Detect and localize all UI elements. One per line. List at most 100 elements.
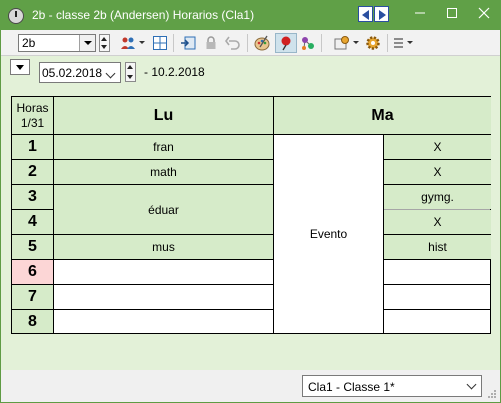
- day-header-ma[interactable]: Ma: [274, 97, 491, 134]
- empty-cell[interactable]: [54, 285, 273, 309]
- grid-line: [384, 209, 490, 210]
- lesson-cell[interactable]: X: [384, 210, 491, 234]
- lesson-subject: hist: [428, 240, 447, 254]
- lesson-cell[interactable]: fran: [54, 135, 273, 159]
- class-combo[interactable]: Cla1 - Classe 1*: [302, 375, 482, 397]
- lesson-cell[interactable]: X: [384, 160, 491, 184]
- grid-line: [12, 159, 273, 160]
- class-spinner[interactable]: [99, 34, 110, 52]
- resize-grip-icon[interactable]: [487, 389, 497, 399]
- day-header-lu[interactable]: Lu: [54, 97, 273, 134]
- hour-label: 4: [12, 210, 53, 234]
- settings-dropdown-caret[interactable]: [353, 41, 359, 44]
- lesson-subject: X: [433, 140, 442, 154]
- lesson-subject: gymg.: [421, 190, 454, 204]
- pushpin-button[interactable]: [275, 33, 297, 53]
- hours-header-count: 1/31: [20, 115, 45, 130]
- hours-header: Horas 1/31: [12, 97, 53, 134]
- chevron-down-icon: [466, 379, 477, 390]
- grid-line: [12, 309, 273, 310]
- grid-line: [384, 309, 490, 310]
- maximize-icon: [447, 8, 457, 18]
- lesson-subject: mus: [152, 240, 175, 254]
- hour-label: 8: [12, 310, 53, 333]
- people-dropdown-caret[interactable]: [139, 41, 145, 44]
- grid-line: [384, 184, 490, 185]
- export-icon[interactable]: [180, 35, 196, 51]
- hour-label: 1: [12, 135, 53, 159]
- toolbar: 2b: [1, 30, 500, 56]
- lesson-subject: fran: [153, 140, 174, 154]
- lesson-cell[interactable]: gymg.: [384, 185, 491, 209]
- day-label: Ma: [371, 106, 394, 124]
- lesson-subject: éduar: [148, 202, 179, 217]
- lesson-subject: X: [433, 165, 442, 179]
- hour-label: 7: [12, 285, 53, 309]
- maximize-button[interactable]: [440, 2, 464, 24]
- lesson-cell[interactable]: éduar: [54, 185, 273, 234]
- event-label: Evento: [309, 227, 348, 241]
- lesson-subject: X: [433, 215, 442, 229]
- toolbar-separator: [387, 34, 388, 52]
- hours-header-label: Horas: [16, 100, 49, 115]
- status-bar: Cla1 - Classe 1*: [1, 370, 500, 402]
- class-select[interactable]: 2b: [18, 34, 96, 52]
- lesson-cell[interactable]: hist: [384, 235, 491, 259]
- close-icon: [478, 7, 490, 19]
- chevron-down-icon[interactable]: [79, 35, 95, 51]
- minimize-icon: [415, 12, 425, 14]
- empty-cell[interactable]: [54, 310, 273, 333]
- date-range: - 10.2.2018: [144, 65, 205, 79]
- event-cell[interactable]: Evento: [274, 135, 383, 333]
- empty-cell[interactable]: [384, 260, 491, 284]
- chevron-down-icon[interactable]: [103, 63, 121, 82]
- grid-line: [12, 134, 490, 135]
- previous-button[interactable]: [358, 6, 373, 22]
- grid-line: [12, 184, 273, 185]
- pushpin-icon: [281, 36, 291, 51]
- hour-label: 3: [12, 185, 53, 209]
- empty-cell[interactable]: [54, 260, 273, 284]
- grid-line: [384, 234, 490, 235]
- gear-icon[interactable]: [365, 35, 381, 51]
- timetable-panel: 05.02.2018 - 10.2.2018 Horas 1/31 Lu Ma …: [1, 56, 500, 370]
- date-spinner[interactable]: [125, 62, 136, 82]
- grid-line: [273, 97, 274, 333]
- class-combo-value: Cla1 - Classe 1*: [308, 380, 395, 394]
- grid-line: [12, 209, 53, 210]
- empty-cell[interactable]: [384, 310, 491, 333]
- grid-line: [384, 159, 490, 160]
- clock-icon[interactable]: [8, 8, 24, 24]
- hour-label-highlighted: 6: [12, 260, 53, 284]
- grid-line: [12, 259, 273, 260]
- lesson-cell[interactable]: mus: [54, 235, 273, 259]
- toolbar-separator: [247, 34, 248, 52]
- collapse-button[interactable]: [10, 59, 30, 75]
- next-button[interactable]: [374, 6, 389, 22]
- lesson-subject: math: [150, 165, 177, 179]
- undo-icon[interactable]: [225, 35, 241, 51]
- grid-line: [12, 284, 273, 285]
- timetable-grid: Horas 1/31 Lu Ma 1 2 3 4 5 6 7 8 fran ma…: [11, 96, 491, 334]
- lesson-cell[interactable]: X: [384, 135, 491, 159]
- day-label: Lu: [153, 106, 174, 124]
- grid-line: [53, 97, 54, 333]
- people-icon[interactable]: [120, 35, 136, 51]
- grid-line: [384, 284, 490, 285]
- palette-icon[interactable]: [254, 35, 270, 51]
- grid-icon[interactable]: [152, 35, 168, 51]
- molecule-icon[interactable]: [300, 35, 316, 51]
- empty-cell[interactable]: [384, 285, 491, 309]
- close-button[interactable]: [472, 2, 496, 24]
- toolbar-separator: [173, 34, 174, 52]
- toolbar-separator: [321, 34, 322, 52]
- lock-icon[interactable]: [203, 35, 219, 51]
- hour-label: 2: [12, 160, 53, 184]
- list-dropdown-caret[interactable]: [407, 41, 413, 44]
- grid-line: [384, 259, 490, 260]
- settings-icon[interactable]: [333, 35, 349, 51]
- minimize-button[interactable]: [408, 2, 432, 24]
- lesson-cell[interactable]: math: [54, 160, 273, 184]
- grid-line: [12, 234, 273, 235]
- class-select-value: 2b: [22, 36, 36, 50]
